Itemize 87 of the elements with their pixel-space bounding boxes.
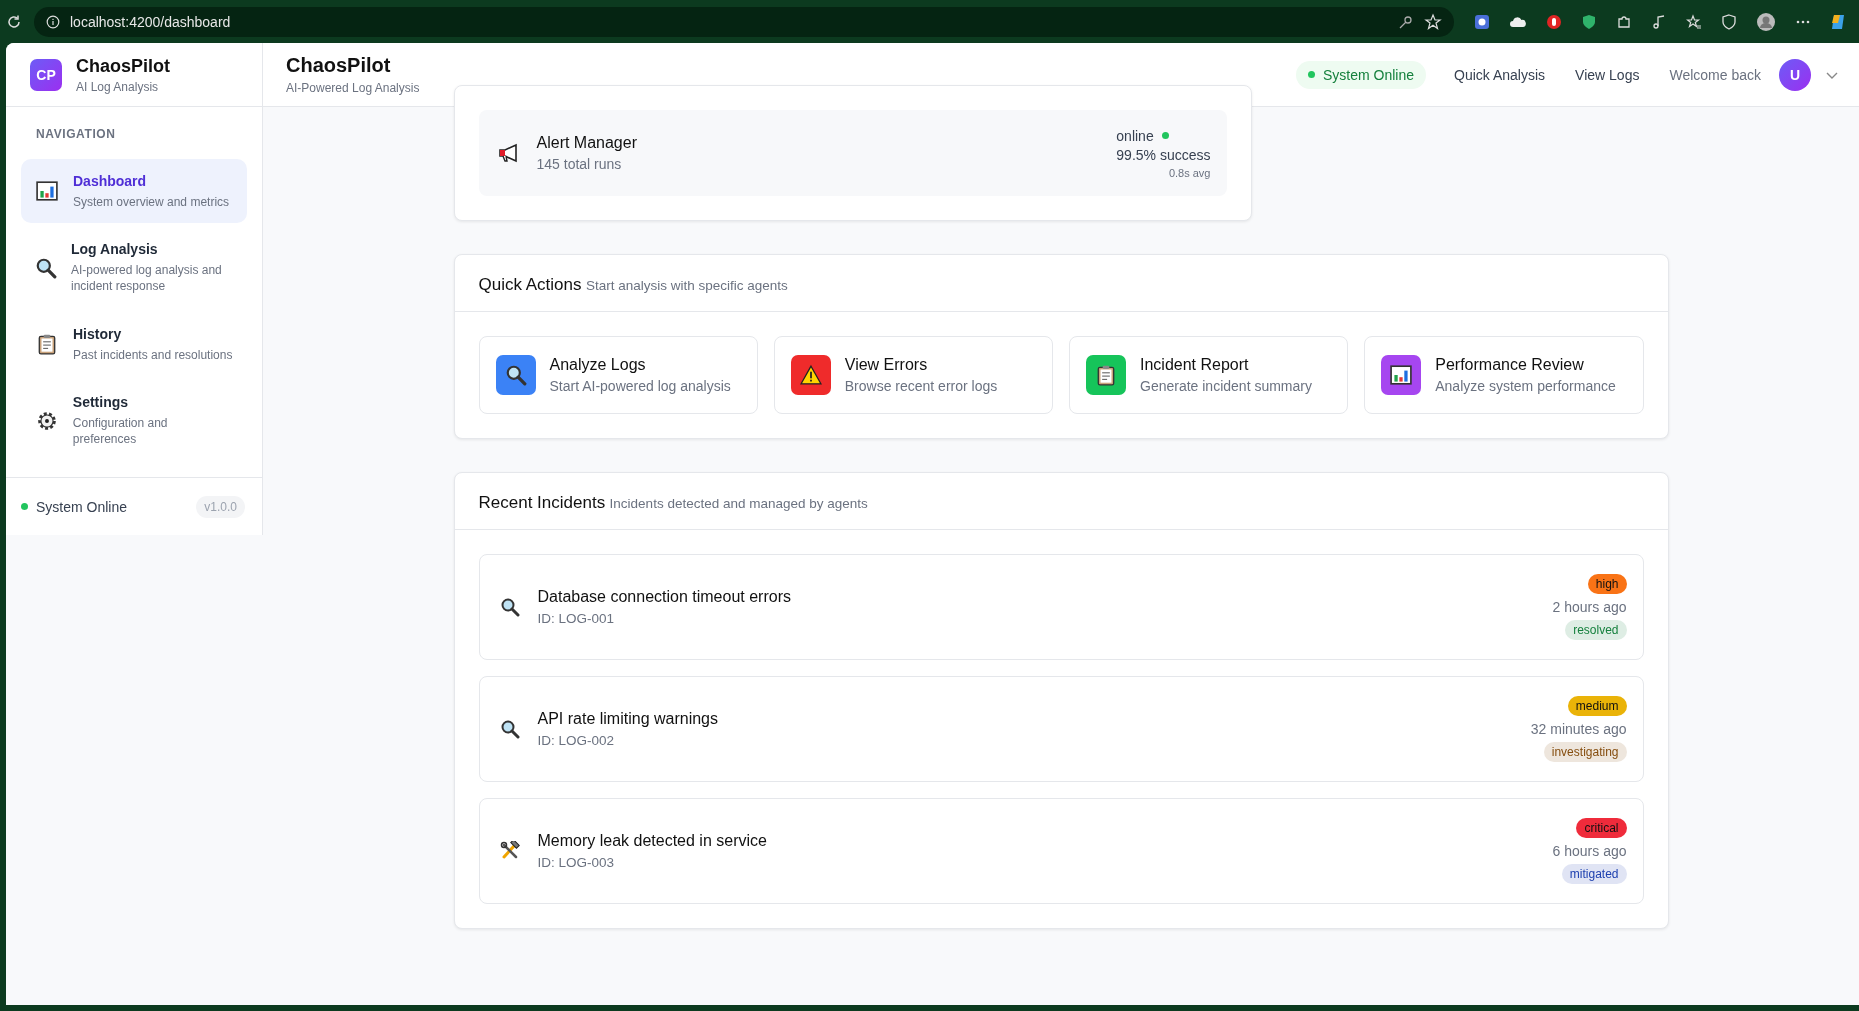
incident-row[interactable]: Database connection timeout errors ID: LOG-001 high 2 hours ago resolved — [478, 554, 1644, 660]
agent-name: Alert Manager — [536, 134, 637, 152]
nav-label: Dashboard — [73, 172, 148, 189]
magnifier-icon — [35, 256, 57, 279]
info-icon — [46, 14, 60, 29]
nav-label: Log Analysis — [71, 241, 159, 257]
action-tile[interactable]: View Errors Browse recent error logs — [773, 336, 1053, 414]
version-badge: v1.0.0 — [196, 495, 245, 518]
key-icon[interactable] — [1398, 13, 1414, 30]
status-badge: investigating — [1543, 742, 1627, 762]
average-time: 0.8s avg — [1168, 166, 1211, 179]
incident-title: Memory leak detected in service — [537, 832, 767, 850]
star-icon[interactable] — [1424, 12, 1442, 31]
incident-row[interactable]: Memory leak detected in service ID: LOG-003 critical 6 hours ago mitigated — [478, 798, 1644, 904]
status-badge: resolved — [1565, 620, 1627, 640]
app-tagline: AI Log Analysis — [76, 79, 160, 94]
incident-id: ID: LOG-003 — [537, 855, 616, 870]
incident-time: 2 hours ago — [1552, 599, 1627, 615]
profile-icon[interactable] — [1756, 11, 1776, 32]
action-title: Performance Review — [1435, 356, 1585, 374]
page-title: ChaosPilot — [286, 54, 392, 77]
welcome-text: Welcome back — [1669, 66, 1761, 83]
clipboard-icon — [1095, 364, 1117, 386]
user-avatar[interactable]: U — [1779, 58, 1811, 91]
app-name: ChaosPilot — [76, 55, 170, 77]
gear-icon — [35, 409, 58, 432]
section-label: NAVIGATION — [35, 127, 117, 141]
address-bar[interactable]: localhost:4200/dashboard — [34, 6, 1454, 37]
nav-item[interactable]: Log Analysis AI-powered log analysis and incident response — [21, 231, 247, 304]
nav-label: History — [73, 325, 123, 342]
incident-title: API rate limiting warnings — [537, 710, 718, 728]
status-badge: mitigated — [1561, 864, 1627, 884]
severity-badge: high — [1587, 574, 1627, 594]
action-description: Analyze system performance — [1435, 378, 1616, 394]
bar-chart-icon — [1390, 364, 1413, 386]
magnifier-icon — [504, 364, 527, 386]
action-description: Generate incident summary — [1140, 378, 1312, 394]
success-rate: 99.5% success — [1116, 146, 1211, 163]
action-tile[interactable]: Performance Review Analyze system performance — [1364, 336, 1644, 414]
magnifier-icon — [499, 719, 520, 739]
nav-description: AI-powered log analysis and incident response — [71, 262, 223, 294]
header-link[interactable]: Quick Analysis — [1454, 66, 1546, 83]
nav-item[interactable]: History Past incidents and resolutions — [21, 312, 247, 376]
nav-description: System overview and metrics — [73, 193, 230, 210]
agent-status: online — [1116, 127, 1154, 144]
action-title: Incident Report — [1140, 356, 1250, 374]
nav-item[interactable]: Settings Configuration and preferences — [21, 384, 247, 457]
card-subtitle: Incidents detected and managed by agents — [609, 496, 868, 511]
action-title: Analyze Logs — [549, 356, 647, 374]
header-link[interactable]: View Logs — [1575, 66, 1640, 83]
status-text: System Online — [36, 498, 128, 515]
card-title: Quick Actions — [478, 275, 582, 294]
agent-runs: 145 total runs — [536, 156, 623, 172]
severity-badge: critical — [1576, 818, 1627, 838]
card-title: Recent Incidents — [478, 493, 606, 512]
nav-description: Past incidents and resolutions — [73, 346, 233, 363]
status-dot — [21, 503, 28, 510]
bar-chart-icon — [36, 180, 58, 202]
url-text: localhost:4200/dashboard — [70, 13, 231, 30]
music-icon[interactable] — [1651, 13, 1667, 30]
warning-icon — [799, 364, 822, 386]
incident-id: ID: LOG-002 — [537, 733, 616, 748]
action-description: Start AI-powered log analysis — [549, 378, 731, 394]
status-dot — [1161, 132, 1169, 139]
severity-badge: medium — [1567, 696, 1627, 716]
reload-icon[interactable] — [6, 13, 22, 30]
incident-id: ID: LOG-001 — [537, 611, 616, 626]
card-subtitle: Start analysis with specific agents — [585, 278, 788, 293]
clipboard-icon — [36, 333, 58, 355]
extension-icon[interactable] — [1474, 13, 1490, 30]
action-description: Browse recent error logs — [844, 378, 998, 394]
action-tile[interactable]: Incident Report Generate incident summary — [1069, 336, 1349, 414]
incident-title: Database connection timeout errors — [537, 588, 791, 606]
hammer-wrench-icon — [499, 841, 520, 861]
page-subtitle: AI-Powered Log Analysis — [286, 81, 420, 95]
status-pill: System Online — [1296, 60, 1427, 89]
action-title: View Errors — [844, 356, 929, 374]
nav-item[interactable]: Dashboard System overview and metrics — [21, 159, 247, 223]
incident-row[interactable]: API rate limiting warnings ID: LOG-002 medium 32 minutes ago investigating — [478, 676, 1644, 782]
nav-description: Configuration and preferences — [72, 415, 169, 447]
action-tile[interactable]: Analyze Logs Start AI-powered log analysis — [478, 336, 758, 414]
incident-time: 6 hours ago — [1552, 843, 1627, 859]
favorites-icon[interactable] — [1686, 13, 1702, 30]
incident-time: 32 minutes ago — [1530, 721, 1627, 737]
nav-label: Settings — [72, 394, 130, 410]
app-logo: CP — [30, 58, 62, 91]
magnifier-icon — [499, 597, 520, 617]
